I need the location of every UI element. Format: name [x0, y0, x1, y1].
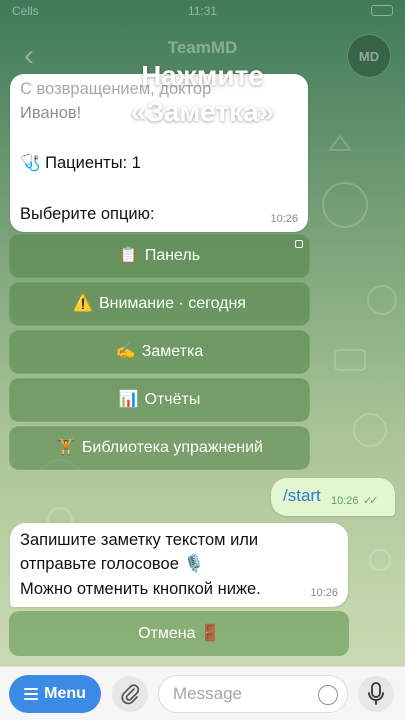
patients-label: Пациенты: 1 — [45, 154, 141, 172]
hint-line-1: Нажмите — [141, 60, 264, 91]
menu-label: Menu — [44, 685, 86, 702]
exercise-library-label: Библиотека упражнений — [81, 439, 263, 456]
exercise-library-button[interactable]: 🏋️ Библиотека упражнений — [9, 426, 310, 470]
reports-button-label: Отчёты — [144, 391, 201, 408]
input-bar: Menu Message — [0, 666, 405, 720]
note-line-1: Запишите заметку текстом или — [20, 531, 259, 549]
note-button[interactable]: ✍️ Заметка — [9, 330, 310, 374]
door-icon: 🚪 — [199, 625, 220, 642]
clock: 11:31 — [187, 4, 218, 18]
warning-icon: ⚠️ — [73, 295, 93, 312]
panel-button[interactable]: 📋 Панель — [9, 234, 310, 278]
patients-count: 🩺 Пациенты: 1 — [20, 154, 141, 173]
inline-button-corner-icon — [295, 240, 303, 248]
attach-button[interactable] — [112, 676, 148, 712]
attention-today-button[interactable]: ⚠️ Внимание · сегодня — [9, 282, 310, 326]
note-time: 10:26 — [310, 587, 338, 599]
writing-hand-icon: ✍️ — [115, 343, 136, 360]
double-check-icon: ✓✓ — [363, 495, 379, 507]
attention-today-label: Внимание · сегодня — [98, 295, 246, 312]
choose-option-label: Выберите опцию: — [20, 205, 155, 223]
outgoing-time: 10:26 — [331, 495, 359, 507]
note-button-label: Заметка — [141, 343, 204, 360]
paperclip-icon — [121, 684, 140, 705]
stethoscope-icon: 🩺 — [20, 154, 41, 172]
menu-button[interactable]: Menu — [9, 675, 101, 713]
chat-title[interactable]: TeamMD — [0, 38, 405, 58]
battery-icon — [371, 5, 393, 16]
hint-overlay: Нажмите «Заметка» — [0, 58, 405, 130]
note-line-2: отправьте голосовое 🎙️ — [20, 555, 204, 573]
hint-line-2: «Заметка» — [130, 96, 275, 127]
voice-record-button[interactable] — [358, 676, 394, 712]
start-command-link[interactable]: /start — [283, 486, 321, 506]
sticker-icon[interactable] — [318, 685, 338, 705]
clipboard-icon: 📋 — [118, 247, 139, 264]
microphone-icon — [368, 682, 384, 705]
panel-button-label: Панель — [144, 247, 201, 264]
message-time: 10:26 — [270, 213, 298, 225]
cancel-label: Отмена — [138, 625, 196, 642]
status-bar: Cells 11:31 — [0, 0, 405, 22]
weightlifter-icon: 🏋️ — [56, 439, 76, 456]
menu-icon — [24, 685, 39, 703]
note-line-3: Можно отменить кнопкой ниже. — [20, 580, 261, 598]
reports-button[interactable]: 📊 Отчёты — [9, 378, 310, 422]
note-instruction-message: Запишите заметку текстом или отправьте г… — [10, 523, 348, 607]
cancel-button[interactable]: Отмена 🚪 — [9, 611, 349, 656]
outgoing-message: /start 10:26 ✓✓ — [271, 478, 395, 516]
bar-chart-icon: 📊 — [118, 391, 139, 408]
